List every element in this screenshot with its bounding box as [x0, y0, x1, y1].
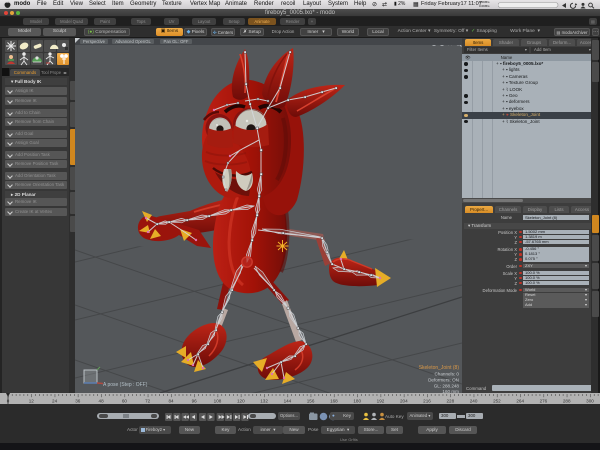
svg-text:Channels: 0: Channels: 0	[434, 372, 459, 377]
svg-text:264: 264	[516, 399, 524, 404]
svg-text:60: 60	[122, 399, 128, 404]
svg-text:36: 36	[75, 399, 81, 404]
svg-text:300: 300	[586, 399, 594, 404]
svg-text:144: 144	[284, 399, 292, 404]
svg-text:156: 156	[307, 399, 315, 404]
svg-text:228: 228	[446, 399, 454, 404]
svg-text:216: 216	[423, 399, 431, 404]
svg-text:108: 108	[214, 399, 222, 404]
svg-text:240: 240	[470, 399, 478, 404]
svg-text:120: 120	[237, 399, 245, 404]
svg-text:72: 72	[145, 399, 151, 404]
svg-text:GL: 288.248: GL: 288.248	[434, 384, 460, 389]
svg-text:12: 12	[29, 399, 35, 404]
svg-text:288: 288	[563, 399, 571, 404]
svg-text:24: 24	[52, 399, 58, 404]
svg-text:180: 180	[353, 399, 361, 404]
svg-text:192: 192	[377, 399, 385, 404]
svg-text:204: 204	[400, 399, 408, 404]
svg-text:Deformers: ON: Deformers: ON	[428, 378, 459, 383]
svg-text:168: 168	[330, 399, 338, 404]
svg-text:276: 276	[540, 399, 548, 404]
svg-text:84: 84	[168, 399, 174, 404]
svg-text:Skeleton_Joint (8): Skeleton_Joint (8)	[419, 365, 460, 371]
svg-text:96: 96	[192, 399, 198, 404]
svg-text:252: 252	[493, 399, 501, 404]
svg-text:132: 132	[260, 399, 268, 404]
svg-text:48: 48	[99, 399, 105, 404]
svg-text:A pose (Step : OFF): A pose (Step : OFF)	[103, 382, 148, 388]
